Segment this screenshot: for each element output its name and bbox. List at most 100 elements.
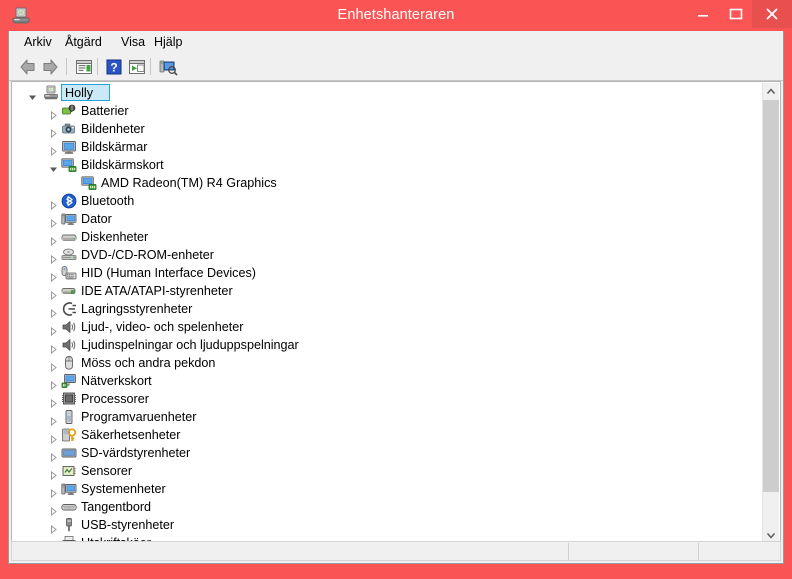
display-adapter-icon <box>81 175 97 191</box>
expand-twisty-ljudinspelningar[interactable] <box>49 341 58 355</box>
ide-controller-icon <box>61 283 77 299</box>
expand-twisty-natverkskort[interactable] <box>49 377 58 391</box>
tree-label-batterier: Batterier <box>81 104 129 118</box>
expand-twisty-sensorer[interactable] <box>49 467 58 481</box>
tree-row-sakerhetsenheter[interactable]: Säkerhetsenheter <box>12 426 763 445</box>
tree-row-bildenheter[interactable]: Bildenheter <box>12 120 763 139</box>
minimize-button[interactable] <box>686 0 719 28</box>
tree-label-ljud-video-spel: Ljud-, video- och spelenheter <box>81 320 244 334</box>
expand-twisty-dator[interactable] <box>49 215 58 229</box>
vertical-scrollbar[interactable] <box>762 83 779 543</box>
expand-twisty-diskenheter[interactable] <box>49 233 58 247</box>
tree-row-ide-ata[interactable]: IDE ATA/ATAPI-styrenheter <box>12 282 763 301</box>
tree-label-bildskarmskort: Bildskärmskort <box>81 158 164 172</box>
forward-button[interactable] <box>39 56 61 78</box>
mouse-icon <box>61 355 77 371</box>
tree-row-usb-styrenheter[interactable]: USB-styrenheter <box>12 516 763 535</box>
tree-row-bildskarmar[interactable]: Bildskärmar <box>12 138 763 157</box>
back-button[interactable] <box>17 56 39 78</box>
tree-label-natverkskort: Nätverkskort <box>81 374 152 388</box>
tree-label-amd-radeon: AMD Radeon(TM) R4 Graphics <box>101 176 277 190</box>
display-adapter-icon <box>61 157 77 173</box>
tree-label-ide-ata: IDE ATA/ATAPI-styrenheter <box>81 284 233 298</box>
sd-host-icon <box>61 445 77 461</box>
tree-row-batterier[interactable]: Batterier <box>12 102 763 121</box>
tree-row-amd-radeon[interactable]: AMD Radeon(TM) R4 Graphics <box>12 174 763 192</box>
collapse-twisty-root[interactable] <box>28 89 37 100</box>
properties-button[interactable] <box>73 56 95 78</box>
expand-twisty-processorer[interactable] <box>49 395 58 409</box>
tree-row-tangentbord[interactable]: Tangentbord <box>12 498 763 517</box>
show-hidden-devices-button[interactable] <box>126 56 148 78</box>
storage-controller-icon <box>61 301 77 317</box>
status-cell-main <box>12 542 573 560</box>
tree-label-usb-styrenheter: USB-styrenheter <box>81 518 175 532</box>
scrollbar-track[interactable] <box>763 100 779 527</box>
tree-row-ljudinspelningar[interactable]: Ljudinspelningar och ljuduppspelningar <box>12 336 763 355</box>
scan-hardware-changes-button[interactable] <box>157 56 179 78</box>
expand-twisty-hid[interactable] <box>49 269 58 283</box>
svg-text:?: ? <box>110 61 117 75</box>
toolbar: ? <box>9 53 783 81</box>
device-tree-pane[interactable]: Holly Batterier Bildenheter Bildskärmar … <box>11 81 781 544</box>
window-title: Enhetshanteraren <box>337 7 455 23</box>
menu-item-atgard[interactable]: Åtgärd <box>59 33 108 51</box>
network-adapter-icon <box>61 373 77 389</box>
expand-twisty-systemenheter[interactable] <box>49 485 58 499</box>
menu-item-visa[interactable]: Visa <box>115 33 151 51</box>
software-device-icon <box>61 409 77 425</box>
tree-row-bluetooth[interactable]: Bluetooth <box>12 192 763 211</box>
scrollbar-thumb[interactable] <box>763 100 779 492</box>
tree-label-tangentbord: Tangentbord <box>81 500 152 514</box>
expand-twisty-ljud-video-spel[interactable] <box>49 323 58 337</box>
tree-label-bildenheter: Bildenheter <box>81 122 145 136</box>
tree-row-processorer[interactable]: Processorer <box>12 390 763 409</box>
tree-row-lagringsstyrenheter[interactable]: Lagringsstyrenheter <box>12 300 763 319</box>
expand-twisty-lagringsstyrenheter[interactable] <box>49 305 58 319</box>
title-bar[interactable]: Enhetshanteraren <box>0 0 792 31</box>
scroll-up-button[interactable] <box>763 83 779 100</box>
tree-label-hid: HID (Human Interface Devices) <box>81 266 256 280</box>
menu-item-arkiv[interactable]: Arkiv <box>18 33 58 51</box>
status-cell-3 <box>699 542 785 560</box>
expand-twisty-bildskarmar[interactable] <box>49 143 58 157</box>
expand-twisty-tangentbord[interactable] <box>49 503 58 517</box>
tree-row-natverkskort[interactable]: Nätverkskort <box>12 372 763 391</box>
help-button[interactable]: ? <box>103 56 125 78</box>
collapse-twisty-bildskarmskort[interactable] <box>49 161 58 172</box>
tree-row-bildskarmskort[interactable]: Bildskärmskort <box>12 156 763 174</box>
tree-row-diskenheter[interactable]: Diskenheter <box>12 228 763 247</box>
security-key-icon <box>61 427 77 443</box>
monitor-icon <box>61 139 77 155</box>
expand-twisty-batterier[interactable] <box>49 107 58 121</box>
computer-icon <box>43 85 59 101</box>
expand-twisty-usb-styrenheter[interactable] <box>49 521 58 535</box>
disk-drive-icon <box>61 229 77 245</box>
expand-twisty-programvaruenheter[interactable] <box>49 413 58 427</box>
computer-device-icon <box>61 211 77 227</box>
expand-twisty-dvd-cdrom[interactable] <box>49 251 58 265</box>
speaker-icon <box>61 337 77 353</box>
tree-row-root[interactable]: Holly <box>12 84 763 102</box>
tree-row-sensorer[interactable]: Sensorer <box>12 462 763 481</box>
tree-row-dator[interactable]: Dator <box>12 210 763 229</box>
expand-twisty-moss-pekdon[interactable] <box>49 359 58 373</box>
tree-row-moss-pekdon[interactable]: Möss och andra pekdon <box>12 354 763 373</box>
menu-item-hjalp[interactable]: Hjälp <box>148 33 189 51</box>
expand-twisty-sd-vardstyrenheter[interactable] <box>49 449 58 463</box>
expand-twisty-bildenheter[interactable] <box>49 125 58 139</box>
tree-row-programvaruenheter[interactable]: Programvaruenheter <box>12 408 763 427</box>
tree-label-bildskarmar: Bildskärmar <box>81 140 148 154</box>
expand-twisty-ide-ata[interactable] <box>49 287 58 301</box>
tree-row-systemenheter[interactable]: Systemenheter <box>12 480 763 499</box>
processor-icon <box>61 391 77 407</box>
tree-row-dvd-cdrom[interactable]: DVD-/CD-ROM-enheter <box>12 246 763 265</box>
tree-row-ljud-video-spel[interactable]: Ljud-, video- och spelenheter <box>12 318 763 337</box>
tree-row-sd-vardstyrenheter[interactable]: SD-värdstyrenheter <box>12 444 763 463</box>
expand-twisty-sakerhetsenheter[interactable] <box>49 431 58 445</box>
hid-icon <box>61 265 77 281</box>
maximize-button[interactable] <box>719 0 752 28</box>
expand-twisty-bluetooth[interactable] <box>49 197 58 211</box>
close-button[interactable] <box>752 0 792 28</box>
tree-row-hid[interactable]: HID (Human Interface Devices) <box>12 264 763 283</box>
